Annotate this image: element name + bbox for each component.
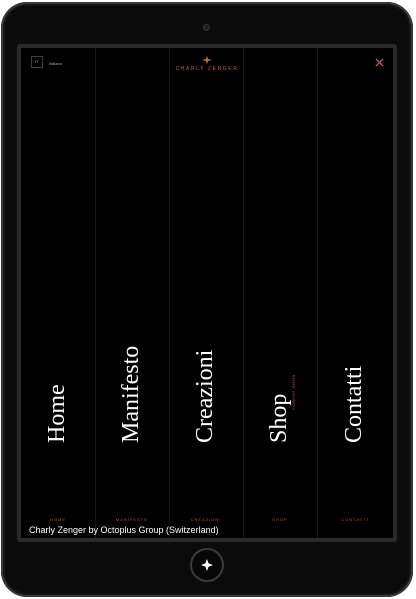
home-button[interactable] xyxy=(192,550,222,580)
menu-item-title: Creazioni xyxy=(192,349,218,443)
close-icon[interactable] xyxy=(375,58,384,67)
logo-mark-icon xyxy=(202,56,212,64)
menu-columns: Home HOME Manifesto MANIFESTO Creazioni … xyxy=(21,48,393,538)
logo-text: CHARLY ZENGER xyxy=(175,66,239,72)
menu-overlay: Home HOME Manifesto MANIFESTO Creazioni … xyxy=(21,48,393,538)
coming-soon-badge: COMING SOON xyxy=(291,374,296,410)
top-bar: IT Italiano CHARLY ZENGER xyxy=(21,48,393,88)
menu-item-footer: MANIFESTO xyxy=(115,517,149,522)
logo[interactable]: CHARLY ZENGER xyxy=(21,56,393,72)
menu-item-title: Manifesto xyxy=(118,345,144,443)
menu-item-footer: HOME xyxy=(50,517,66,522)
tablet-frame: Home HOME Manifesto MANIFESTO Creazioni … xyxy=(1,2,413,597)
caption-text: Charly Zenger by Octoplus Group (Switzer… xyxy=(29,525,219,535)
menu-item-contatti[interactable]: Contatti CONTATTI xyxy=(317,48,393,538)
menu-item-title: Contatti xyxy=(341,365,367,443)
menu-item-home[interactable]: Home HOME xyxy=(21,48,96,538)
home-button-glyph-icon xyxy=(201,559,213,571)
menu-item-footer: CONTATTI xyxy=(341,517,369,522)
menu-item-creazioni[interactable]: Creazioni CREAZIONI xyxy=(169,48,244,538)
menu-item-footer: SHOP xyxy=(272,517,288,522)
menu-item-manifesto[interactable]: Manifesto MANIFESTO xyxy=(95,48,170,538)
menu-item-title: Shop xyxy=(266,393,292,443)
menu-item-title: Home xyxy=(44,384,70,443)
camera-icon xyxy=(203,24,210,31)
menu-item-footer: CREAZIONI xyxy=(190,517,222,522)
menu-item-shop[interactable]: Shop COMING SOON SHOP xyxy=(243,48,318,538)
tablet-screen: Home HOME Manifesto MANIFESTO Creazioni … xyxy=(17,44,397,542)
